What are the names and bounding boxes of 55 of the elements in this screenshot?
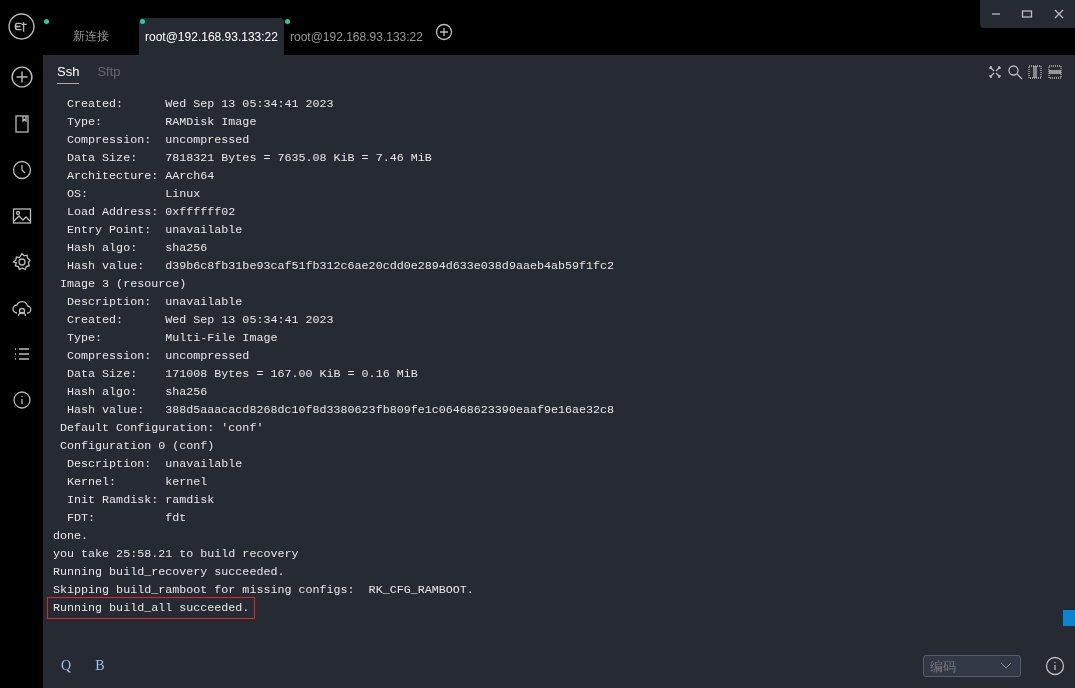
terminal-line: Data Size: 7818321 Bytes = 7635.08 KiB = 7.46 MiB [66, 150, 433, 167]
terminal-line: Description: unavailable [66, 294, 244, 311]
terminal-line: Entry Point: unavailable [66, 222, 244, 239]
maximize-icon[interactable] [1020, 7, 1035, 21]
status-dot [140, 19, 145, 24]
terminal-line: Compression: uncompressed [66, 132, 251, 149]
split-vertical-icon[interactable] [1027, 64, 1043, 80]
toolbar-button[interactable]: Q [61, 658, 72, 674]
terminal-line: done. [53, 528, 90, 545]
terminal-line: Data Size: 171008 Bytes = 167.00 KiB = 0.16 MiB [66, 366, 419, 383]
terminal-line: Type: Multi-File Image [66, 330, 279, 347]
terminal-line: Hash value: 388d5aaacacd8268dc10f8d3380623fb809fe1c06468623390eaaf9e16ae32c8 [66, 402, 616, 419]
terminal-line: Architecture: AArch64 [66, 168, 216, 185]
toolbar-button[interactable]: B [95, 658, 105, 674]
info-icon[interactable] [1045, 656, 1065, 676]
add-icon[interactable] [10, 66, 33, 88]
chevron-icon[interactable] [1000, 662, 1012, 670]
terminal-line: Kernel: kernel [66, 474, 209, 491]
terminal-line: Hash algo: sha256 [66, 240, 209, 257]
search-icon[interactable] [1007, 64, 1023, 80]
terminal-line: you take 25:58.21 to build recovery [53, 546, 300, 563]
split-horizontal-icon[interactable] [1047, 64, 1063, 80]
terminal-line: FDT: fdt [66, 510, 188, 527]
terminal-line: Description: unavailable [66, 456, 244, 473]
terminal-line: Created: Wed Sep 13 05:34:41 2023 [66, 96, 335, 113]
terminal-line: Hash value: d39b6c8fb31be93caf51fb312c6ae20cdd0e2894d633e038d9aaeb4ab59f1fc2 [66, 258, 616, 275]
image-icon[interactable] [11, 206, 32, 226]
terminal-line: Compression: uncompressed [66, 348, 251, 365]
cloud-icon[interactable] [11, 298, 32, 318]
info-icon[interactable] [11, 390, 32, 410]
terminal-line: Hash algo: sha256 [66, 384, 209, 401]
terminal-line: Default Configuration: 'conf' [59, 420, 265, 437]
tab[interactable]: Ssh [57, 60, 80, 84]
terminal-line: Init Ramdisk: ramdisk [66, 492, 216, 509]
terminal-line: Configuration 0 (conf) [59, 438, 216, 455]
terminal-line: Image 3 (resource) [59, 276, 188, 293]
terminal-line: Load Address: 0xffffff02 [66, 204, 237, 221]
fullscreen-icon[interactable] [987, 64, 1003, 80]
gear-icon[interactable] [11, 252, 32, 272]
terminal-line: Created: Wed Sep 13 05:34:41 2023 [66, 312, 335, 329]
tab[interactable]: 新连接 [43, 18, 139, 55]
tab[interactable]: root@192.168.93.133:22 [139, 18, 284, 55]
terminal-line: Type: RAMDisk Image [66, 114, 258, 131]
logo-icon[interactable] [8, 13, 35, 40]
add-tab-icon[interactable] [434, 23, 453, 41]
status-dot [44, 19, 49, 24]
terminal-line: OS: Linux [66, 186, 202, 203]
tab[interactable]: root@192.168.93.133:22 [283, 18, 429, 55]
terminal-line: Running build_recovery succeeded. [53, 564, 286, 581]
status-dot [284, 19, 290, 24]
terminal-line: Skipping build_ramboot for missing configs: RK_CFG_RAMBOOT. [53, 582, 475, 599]
encoding-dropdown[interactable]: 编码 [923, 655, 1021, 677]
terminal-line: Running build_all succeeded. [49, 599, 254, 617]
clock-icon[interactable] [11, 160, 32, 180]
scrollbar-thumb[interactable] [1063, 610, 1075, 626]
